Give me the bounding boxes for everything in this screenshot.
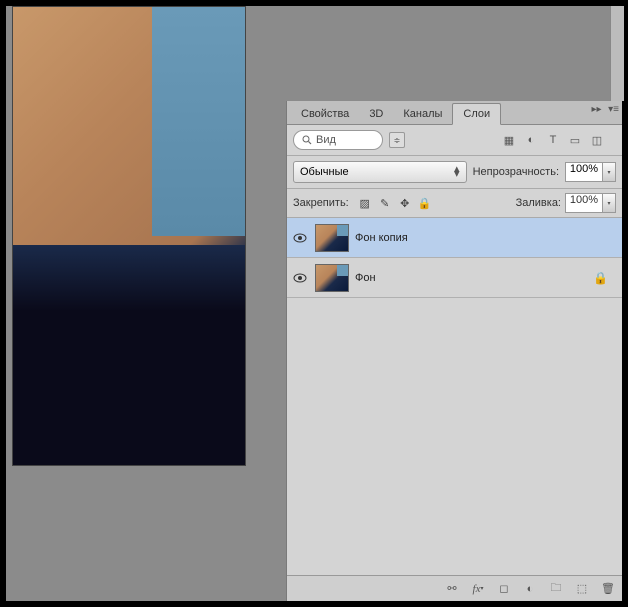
eye-icon bbox=[293, 233, 307, 243]
tab-3d[interactable]: 3D bbox=[359, 104, 393, 124]
chevron-updown-icon: ▴▾ bbox=[454, 167, 460, 177]
filter-type-icon[interactable]: T bbox=[546, 133, 560, 147]
tab-properties[interactable]: Свойства bbox=[291, 104, 359, 124]
layer-thumbnail[interactable] bbox=[315, 264, 349, 292]
layer-row[interactable]: Фон 🔒 bbox=[287, 258, 622, 298]
layers-list[interactable]: Фон копия Фон 🔒 bbox=[287, 218, 622, 575]
lock-transparency-icon[interactable]: ▨ bbox=[358, 196, 372, 210]
filter-shape-icon[interactable]: ▭ bbox=[568, 133, 582, 147]
opacity-label: Непрозрачность: bbox=[473, 166, 559, 178]
layer-name[interactable]: Фон bbox=[355, 272, 376, 284]
lock-label: Закрепить: bbox=[293, 197, 349, 209]
layer-filter-row: Вид ≑ ▦ ◐ T ▭ ◫ bbox=[287, 125, 622, 156]
blend-mode-value: Обычные bbox=[300, 166, 349, 178]
search-icon bbox=[302, 135, 312, 145]
panel-tabs: Свойства 3D Каналы Слои ▸▸ ▾≡ bbox=[287, 101, 622, 125]
opacity-slider-icon[interactable]: ▾ bbox=[603, 162, 616, 182]
layers-panel: Свойства 3D Каналы Слои ▸▸ ▾≡ Вид ≑ ▦ ◐ … bbox=[286, 101, 622, 601]
lock-icon: 🔒 bbox=[593, 271, 608, 285]
tab-channels[interactable]: Каналы bbox=[393, 104, 452, 124]
fill-label: Заливка: bbox=[516, 197, 561, 209]
group-icon[interactable]: 🗀 bbox=[548, 581, 564, 597]
adjustment-layer-icon[interactable]: ◐ bbox=[522, 581, 538, 597]
filter-smartobj-icon[interactable]: ◫ bbox=[590, 133, 604, 147]
visibility-toggle[interactable] bbox=[291, 229, 309, 247]
filter-label: Вид bbox=[316, 134, 336, 146]
collapse-icon[interactable]: ▸▸ bbox=[590, 104, 603, 115]
tab-layers[interactable]: Слои bbox=[452, 103, 501, 125]
panel-menu-icon[interactable]: ▾≡ bbox=[607, 104, 620, 115]
lock-position-icon[interactable]: ✥ bbox=[398, 196, 412, 210]
filter-pixel-icon[interactable]: ▦ bbox=[502, 133, 516, 147]
filter-dropdown-icon[interactable]: ≑ bbox=[389, 132, 405, 148]
layer-thumbnail[interactable] bbox=[315, 224, 349, 252]
fill-input[interactable]: 100% bbox=[565, 193, 603, 213]
scrollbar-vertical[interactable] bbox=[610, 6, 624, 101]
lock-all-icon[interactable]: 🔒 bbox=[418, 196, 432, 210]
fill-slider-icon[interactable]: ▾ bbox=[603, 193, 616, 213]
filter-type-select[interactable]: Вид bbox=[293, 130, 383, 150]
eye-icon bbox=[293, 273, 307, 283]
delete-layer-icon[interactable]: 🗑 bbox=[600, 581, 616, 597]
lock-pixels-icon[interactable]: ✎ bbox=[378, 196, 392, 210]
new-layer-icon[interactable]: ⬚ bbox=[574, 581, 590, 597]
blend-mode-select[interactable]: Обычные ▴▾ bbox=[293, 161, 467, 183]
layer-row[interactable]: Фон копия bbox=[287, 218, 622, 258]
blend-row: Обычные ▴▾ Непрозрачность: 100% ▾ bbox=[287, 156, 622, 189]
lock-row: Закрепить: ▨ ✎ ✥ 🔒 Заливка: 100% ▾ bbox=[287, 189, 622, 218]
layer-style-icon[interactable]: fx▾ bbox=[470, 581, 486, 597]
document-image[interactable] bbox=[12, 6, 246, 466]
link-layers-icon[interactable]: ⚯ bbox=[444, 581, 460, 597]
filter-adjustment-icon[interactable]: ◐ bbox=[524, 133, 538, 147]
canvas-area[interactable] bbox=[6, 6, 258, 601]
panel-footer: ⚯ fx▾ ◻ ◐ 🗀 ⬚ 🗑 bbox=[287, 575, 622, 601]
layer-name[interactable]: Фон копия bbox=[355, 232, 408, 244]
layer-mask-icon[interactable]: ◻ bbox=[496, 581, 512, 597]
visibility-toggle[interactable] bbox=[291, 269, 309, 287]
opacity-input[interactable]: 100% bbox=[565, 162, 603, 182]
